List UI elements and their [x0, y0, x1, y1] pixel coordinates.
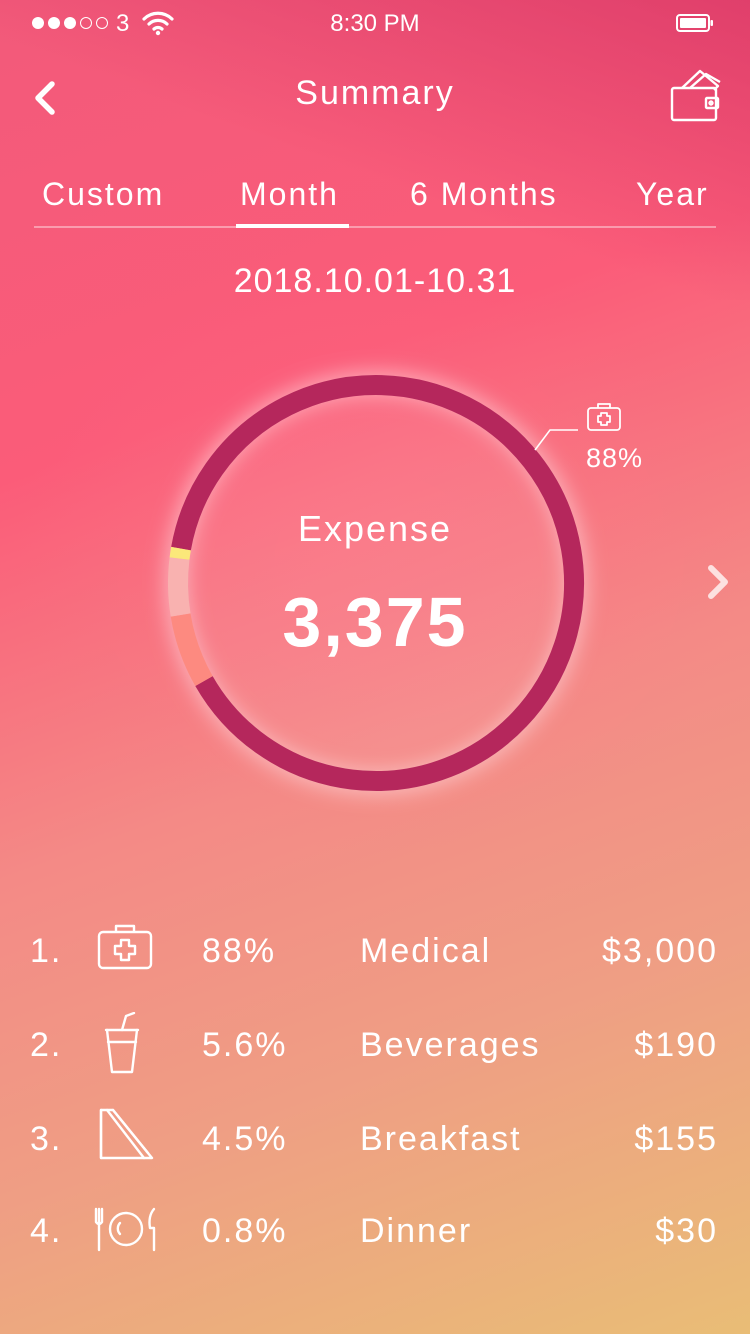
category-name: Dinner [360, 1212, 473, 1250]
date-range[interactable]: 2018.10.01-10.31 [0, 262, 750, 301]
category-name: Medical [360, 932, 492, 970]
callout-leader-line [534, 429, 578, 451]
category-amount: $190 [634, 1026, 718, 1064]
category-amount: $3,000 [602, 932, 718, 970]
period-tabs: Custom Month 6 Months Year [34, 176, 716, 230]
rank-number: 2. [30, 1026, 63, 1064]
status-bar: 3 8:30 PM [0, 0, 750, 48]
rank-number: 4. [30, 1212, 63, 1250]
rank-number: 1. [30, 932, 63, 970]
tab-6-months[interactable]: 6 Months [410, 176, 558, 213]
category-amount: $155 [634, 1120, 718, 1158]
list-item-beverages[interactable]: 2. 5.6% Beverages $190 [0, 1012, 750, 1082]
battery-icon [676, 14, 713, 32]
category-name: Beverages [360, 1026, 541, 1064]
category-percent: 4.5% [202, 1120, 288, 1158]
category-percent: 5.6% [202, 1026, 288, 1064]
tab-month[interactable]: Month [240, 176, 339, 213]
rank-number: 3. [30, 1120, 63, 1158]
category-percent: 0.8% [202, 1212, 288, 1250]
wallet-icon[interactable] [668, 68, 724, 124]
expense-total: 3,375 [282, 583, 468, 661]
category-name: Breakfast [360, 1120, 522, 1158]
medical-kit-icon [97, 924, 153, 970]
status-time: 8:30 PM [330, 10, 420, 37]
callout-percent: 88% [586, 443, 644, 473]
category-amount: $30 [655, 1212, 718, 1250]
medical-kit-icon [587, 403, 621, 431]
ring-segment-dinner [169, 546, 191, 560]
list-item-dinner[interactable]: 4. 0.8% Dinner $30 [0, 1198, 750, 1268]
sandwich-icon [99, 1108, 154, 1160]
next-chevron-button[interactable] [703, 562, 733, 602]
list-item-medical[interactable]: 1. 88% Medical $3,000 [0, 918, 750, 988]
tabs-divider [34, 226, 716, 228]
drink-cup-icon [104, 1012, 140, 1074]
summary-screen: 3 8:30 PM Summary Custom Month 6 Months … [0, 0, 750, 1334]
plate-cutlery-icon [94, 1207, 156, 1252]
category-percent: 88% [202, 932, 277, 970]
tab-custom[interactable]: Custom [42, 176, 164, 213]
expense-label: Expense [297, 508, 453, 549]
list-item-breakfast[interactable]: 3. 4.5% Breakfast $155 [0, 1106, 750, 1176]
page-title: Summary [295, 74, 455, 112]
tab-year[interactable]: Year [636, 176, 709, 213]
active-tab-indicator [236, 224, 349, 228]
